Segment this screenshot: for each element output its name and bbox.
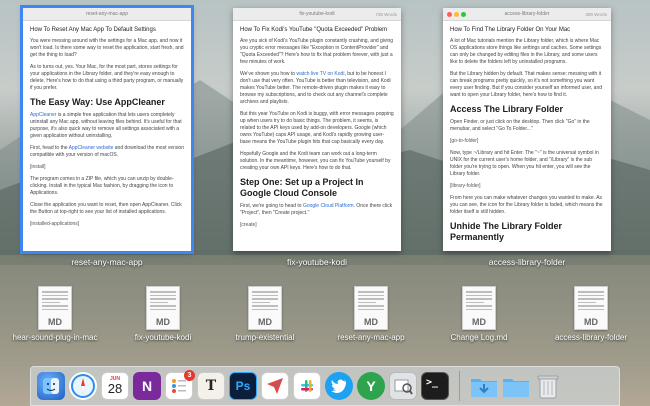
image-placeholder: [installed-applications] — [30, 221, 80, 227]
paragraph: Hopefully Google and the Kodi team can w… — [240, 151, 391, 171]
image-placeholder: [install] — [30, 164, 46, 170]
link[interactable]: Google Cloud Platform — [303, 203, 354, 209]
window-title: reset-any-mac-app — [86, 11, 128, 17]
markdown-file-icon: MD — [248, 286, 282, 330]
desktop-file[interactable]: MD access-library-folder — [546, 286, 636, 342]
document-body: How To Find The Library Folder On Your M… — [443, 21, 611, 251]
traffic-lights[interactable] — [447, 12, 466, 17]
calendar-icon[interactable]: JUN 28 — [101, 372, 129, 400]
notification-badge: 3 — [184, 370, 195, 381]
onenote-icon[interactable]: N — [133, 372, 161, 400]
paragraph: From here you can make whatever changes … — [450, 195, 603, 215]
file-label: fix-youtube-kodi — [134, 333, 192, 342]
window-caption: reset-any-mac-app — [71, 257, 143, 267]
window-titlebar[interactable]: fix-youtube-kodi 738 Words — [233, 8, 401, 21]
window-fix-youtube-kodi[interactable]: fix-youtube-kodi 738 Words How To Fix Ko… — [233, 8, 401, 251]
file-label: trump-existential — [235, 333, 295, 342]
paragraph: AppCleaner is a simple free application … — [30, 112, 182, 139]
paragraph: As to turns out, yes. Your Mac, for the … — [30, 64, 184, 91]
markdown-file-icon: MD — [146, 286, 180, 330]
terminal-icon[interactable]: >_ — [421, 372, 449, 400]
window-titlebar[interactable]: access-library-folder 389 Words — [443, 8, 611, 21]
window-reset-any-mac-app[interactable]: reset-any-mac-app How To Reset Any Mac A… — [20, 5, 194, 254]
minimize-button[interactable] — [454, 12, 459, 17]
dock: JUN 28 N 3 T Ps Y >_ — [30, 366, 620, 406]
paragraph: But the Library hidden by default. That … — [450, 71, 603, 98]
desktop-file[interactable]: MD reset-any-mac-app — [326, 286, 416, 342]
section-heading: Unhide The Library Folder Permanently — [450, 221, 563, 242]
paragraph: Are you sick of Kodi's YouTube plugin co… — [240, 38, 394, 65]
paragraph: But this year YouTube on Kodi is buggy, … — [240, 111, 394, 145]
document-heading: How To Reset Any Mac App To Default Sett… — [30, 27, 156, 33]
reminders-icon[interactable]: 3 — [165, 370, 195, 400]
link[interactable]: AppCleaner website — [69, 145, 114, 151]
image-placeholder: [create] — [240, 222, 257, 228]
link[interactable]: AppCleaner — [30, 112, 56, 118]
paragraph: Close the application you want to reset,… — [30, 202, 182, 215]
desktop-file[interactable]: MD fix-youtube-kodi — [118, 286, 208, 342]
trash-icon[interactable] — [534, 372, 562, 400]
file-label: reset-any-mac-app — [337, 333, 405, 342]
paragraph: First, we're going to head to Google Clo… — [240, 203, 393, 216]
markdown-file-icon: MD — [574, 286, 608, 330]
slack-icon[interactable] — [293, 372, 321, 400]
file-label: hear-sound-plug-in-mac — [12, 333, 98, 342]
calendar-day: 28 — [107, 381, 123, 396]
window-title: access-library-folder — [504, 11, 550, 17]
markdown-file-icon: MD — [38, 286, 72, 330]
word-count: 738 Words — [375, 12, 397, 17]
section-heading: The Easy Way: Use AppCleaner — [30, 97, 165, 107]
yakyak-icon[interactable]: Y — [357, 372, 385, 400]
dock-separator — [459, 371, 460, 401]
twitter-icon[interactable] — [325, 372, 353, 400]
image-placeholder: [go-to-folder] — [450, 138, 479, 144]
document-body: How To Reset Any Mac App To Default Sett… — [23, 21, 191, 239]
paragraph: You were messing around with the setting… — [30, 38, 184, 58]
document-heading: How To Find The Library Folder On Your M… — [450, 27, 571, 33]
window-caption: fix-youtube-kodi — [286, 257, 347, 267]
paragraph: Open Finder, or just click on the deskto… — [450, 119, 590, 132]
folder-icon[interactable] — [502, 372, 530, 400]
window-title: fix-youtube-kodi — [299, 11, 335, 17]
desktop-file[interactable]: MD Change Log.md — [434, 286, 524, 342]
paragraph: We've shown you how to watch live TV on … — [240, 71, 391, 105]
airmail-icon[interactable] — [261, 372, 289, 400]
word-count: 389 Words — [585, 12, 607, 17]
section-heading: Access The Library Folder — [450, 104, 564, 114]
section-heading: Step One: Set up a Project In Google Clo… — [240, 177, 364, 198]
photoshop-icon[interactable]: Ps — [229, 372, 257, 400]
image-placeholder: [library-folder] — [450, 183, 481, 189]
desktop-file[interactable]: MD trump-existential — [220, 286, 310, 342]
link[interactable]: watch live TV on Kodi — [296, 71, 344, 77]
paragraph: A lot of Mac tutorials mention the Libra… — [450, 38, 602, 65]
window-access-library-folder[interactable]: access-library-folder 389 Words How To F… — [443, 8, 611, 251]
markdown-file-icon: MD — [462, 286, 496, 330]
desktop-file[interactable]: MD hear-sound-plug-in-mac — [10, 286, 100, 342]
file-label: Change Log.md — [450, 333, 508, 342]
paragraph: Now, type ~/Library and hit Enter. The "… — [450, 150, 599, 177]
window-titlebar[interactable]: reset-any-mac-app — [23, 8, 191, 21]
safari-icon[interactable] — [69, 372, 97, 400]
window-caption: access-library-folder — [488, 257, 566, 267]
zoom-button[interactable] — [461, 12, 466, 17]
file-label: access-library-folder — [554, 333, 628, 342]
finder-icon[interactable] — [37, 372, 65, 400]
paragraph: The program comes in a ZIP file, which y… — [30, 176, 174, 196]
close-button[interactable] — [447, 12, 452, 17]
preview-icon[interactable] — [389, 372, 417, 400]
typora-icon[interactable]: T — [197, 372, 225, 400]
markdown-file-icon: MD — [354, 286, 388, 330]
paragraph: First, head to the AppCleaner website an… — [30, 145, 184, 158]
document-heading: How To Fix Kodi's YouTube "Quota Exceede… — [240, 27, 388, 33]
downloads-folder-icon[interactable] — [470, 372, 498, 400]
document-body: How To Fix Kodi's YouTube "Quota Exceede… — [233, 21, 401, 240]
